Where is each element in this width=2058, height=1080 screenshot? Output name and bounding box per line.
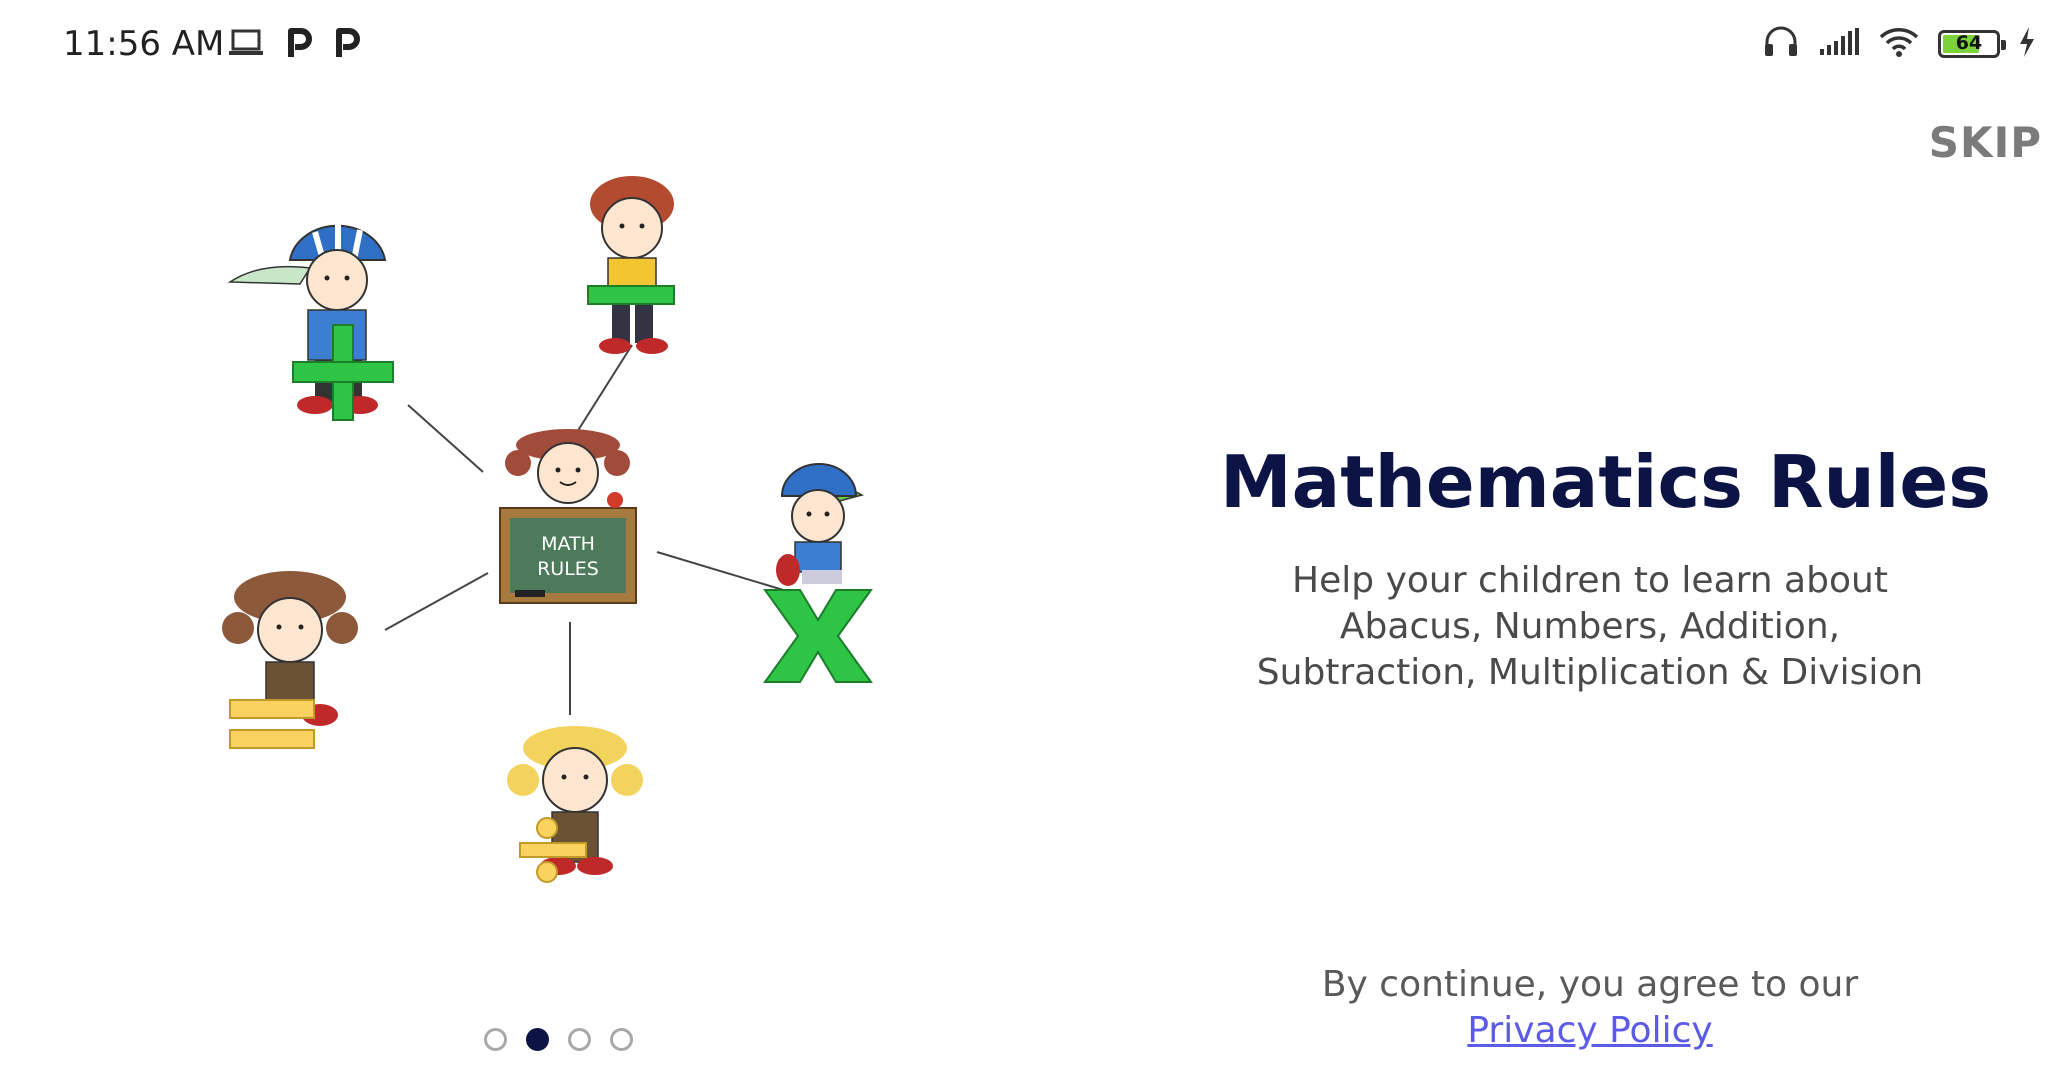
page-dot-1[interactable] <box>484 1028 507 1051</box>
times-boy <box>763 463 873 683</box>
status-time: 11:56 AM <box>63 24 225 64</box>
page-subtitle: Help your children to learn about Abacus… <box>1230 558 1950 696</box>
equals-girl <box>222 571 358 749</box>
status-left-icons <box>228 27 360 63</box>
subtitle-line-1: Help your children to learn about <box>1292 560 1888 601</box>
battery-icon: 64 <box>1938 30 2006 58</box>
laptop-icon <box>228 28 264 62</box>
parking-app-icon <box>334 27 360 63</box>
wifi-icon <box>1878 26 1920 62</box>
page-indicator <box>484 1028 633 1051</box>
subtitle-line-2: Abacus, Numbers, Addition, <box>1339 606 1841 647</box>
page-dot-4[interactable] <box>610 1028 633 1051</box>
page-title: Mathematics Rules <box>1220 440 1992 524</box>
divide-girl <box>507 726 643 883</box>
page-dot-3[interactable] <box>568 1028 591 1051</box>
status-right-icons: 64 <box>1762 24 2036 64</box>
math-kids-illustration: MATH RULES <box>190 160 970 930</box>
plus-boy <box>227 222 394 421</box>
privacy-policy-link[interactable]: Privacy Policy <box>1467 1010 1712 1051</box>
chalkboard-line1: MATH <box>541 533 595 555</box>
minus-boy <box>587 176 675 354</box>
chalkboard-line2: RULES <box>537 558 599 580</box>
status-bar: 11:56 AM 64 <box>0 0 2058 96</box>
skip-button[interactable]: SKIP <box>1929 118 2042 167</box>
signal-icon <box>1818 27 1860 61</box>
consent-notice: By continue, you agree to our Privacy Po… <box>1240 962 1940 1054</box>
headphones-icon <box>1762 24 1800 64</box>
chalkboard-girl: MATH RULES <box>499 429 637 604</box>
battery-level: 64 <box>1955 32 1983 54</box>
charging-bolt-icon <box>2018 26 2036 62</box>
page-dot-2-active[interactable] <box>526 1028 549 1051</box>
subtitle-line-3: Subtraction, Multiplication & Division <box>1256 652 1924 693</box>
parking-app-icon <box>286 27 312 63</box>
consent-text: By continue, you agree to our <box>1321 964 1859 1005</box>
